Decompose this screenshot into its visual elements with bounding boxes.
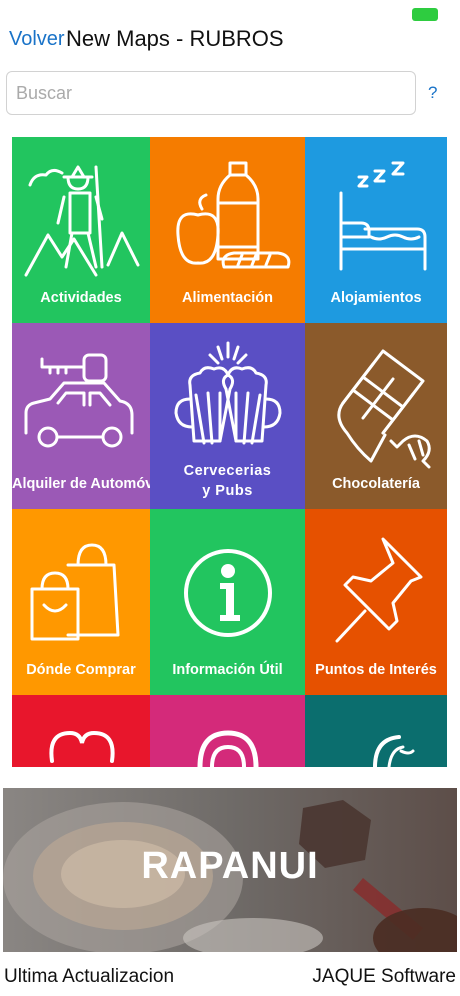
category-label: Alimentación [181, 290, 274, 306]
category-alimentacion[interactable]: Alimentación [150, 137, 305, 323]
beer-mugs-icon [174, 341, 282, 445]
category-label: Alquiler de Automóvil [12, 476, 150, 492]
category-informacion[interactable]: Información Útil [150, 509, 305, 695]
page-title: New Maps - RUBROS [66, 26, 284, 51]
banner-title: RAPANUI [141, 845, 319, 887]
category-tile-heart[interactable] [12, 695, 150, 767]
category-alojamientos[interactable]: Alojamientos [305, 137, 447, 323]
circle-icon [197, 730, 259, 767]
category-tile-circle[interactable] [150, 695, 305, 767]
category-label: Información Útil [172, 662, 283, 678]
category-alquiler[interactable]: Alquiler de Automóvil [12, 323, 150, 509]
category-label: Puntos de Interés [315, 662, 437, 678]
category-label: Chocolatería [332, 476, 420, 492]
category-puntos-interes[interactable]: Puntos de Interés [305, 509, 447, 695]
category-label-line1: Cervecerias [183, 463, 272, 479]
category-grid: Actividades Alimentación Alojamientos Al… [12, 137, 447, 767]
category-cervecerias[interactable]: Cervecerias y Pubs [150, 323, 305, 509]
moon-icon [373, 735, 415, 767]
category-actividades[interactable]: Actividades [12, 137, 150, 323]
category-tile-moon[interactable] [305, 695, 447, 767]
category-label: Alojamientos [330, 290, 422, 306]
heart-icon [49, 730, 115, 763]
back-button[interactable]: Volver [9, 28, 65, 51]
category-donde-comprar[interactable]: Dónde Comprar [12, 509, 150, 695]
category-label: Actividades [40, 290, 122, 306]
category-chocolateria[interactable]: Chocolatería [305, 323, 447, 509]
help-button[interactable]: ? [428, 83, 437, 103]
category-label-line2: y Pubs [202, 483, 253, 499]
last-update-label[interactable]: Ultima Actualizacion [4, 966, 174, 988]
nav-bar: Volver New Maps - RUBROS [0, 24, 460, 58]
rapanui-banner[interactable]: RAPANUI [3, 788, 457, 952]
developer-label[interactable]: JAQUE Software [312, 966, 456, 988]
search-input[interactable] [6, 71, 416, 115]
category-label: Dónde Comprar [26, 662, 136, 678]
battery-indicator [412, 8, 438, 21]
